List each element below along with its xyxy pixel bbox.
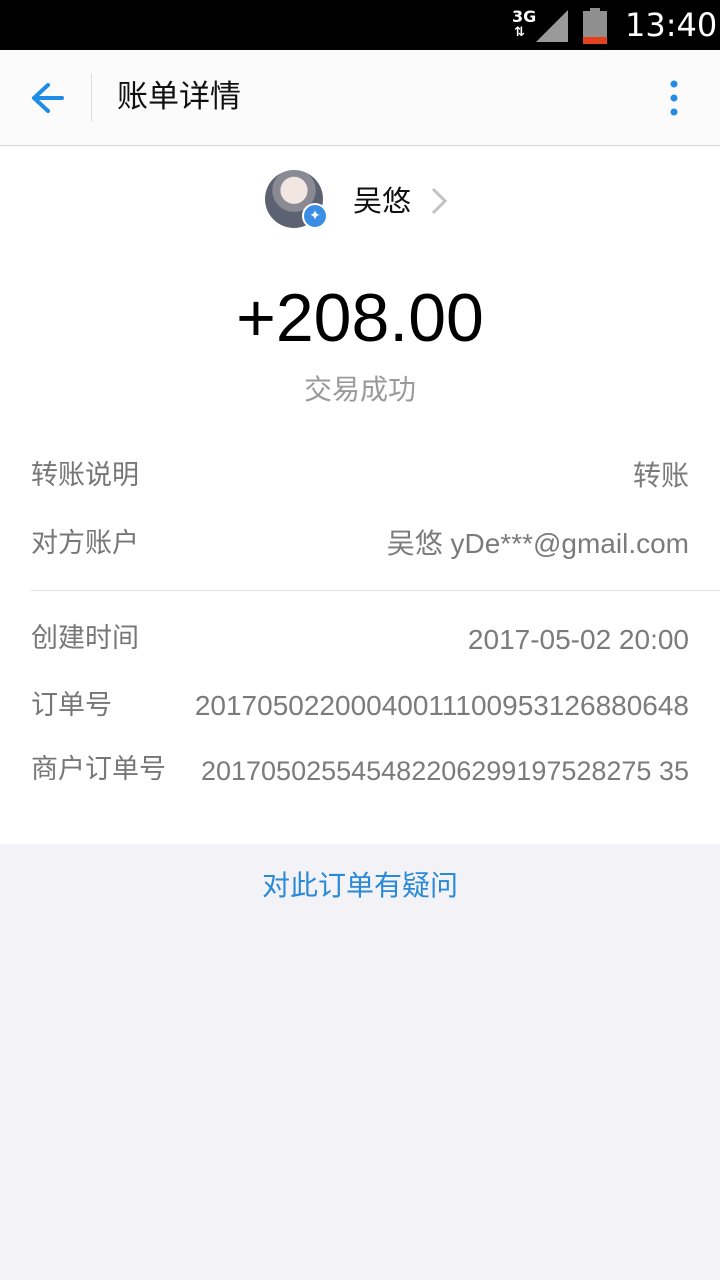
bill-detail-card: ✦ 吴悠 +208.00 交易成功 转账说明 转账 对方账户 吴悠 yDe***… [0,146,720,844]
order-number-value: 20170502200040011100953126880648 [194,690,689,721]
chevron-right-icon[interactable] [430,186,448,216]
transaction-amount: +208.00 [236,280,484,356]
created-time-label: 创建时间 [31,623,139,654]
counterparty-value: 吴悠 yDe***@gmail.com [386,528,689,559]
transfer-note-value: 转账 [632,459,689,492]
contact-name[interactable]: 吴悠 [353,182,411,220]
section-divider [31,590,720,591]
merchant-order-value: 201705025545482206299197528275 35 [200,756,689,786]
transaction-status: 交易成功 [303,373,416,406]
clock: 13:40 [625,6,718,44]
transfer-note-label: 转账说明 [31,460,139,491]
arrow-left-icon[interactable] [28,80,64,116]
page-title: 账单详情 [117,79,241,115]
network-type: 3G [512,7,537,26]
status-bar: 3G ⇅ 13:40 [0,0,720,50]
data-transfer-icon: ⇅ [514,25,525,40]
created-time-value: 2017-05-02 20:00 [467,624,689,655]
more-vertical-icon[interactable] [663,78,685,118]
merchant-order-label: 商户订单号 [31,754,166,785]
order-number-label: 订单号 [31,690,112,721]
counterparty-label: 对方账户 [31,528,139,559]
order-question-link[interactable]: 对此订单有疑问 [0,868,720,904]
appbar-divider [91,74,92,122]
battery-icon [583,8,607,44]
signal-icon [536,10,568,42]
network-indicator: 3G ⇅ [512,8,536,40]
app-bar: 账单详情 [0,50,720,146]
verified-badge-icon: ✦ [302,203,328,229]
